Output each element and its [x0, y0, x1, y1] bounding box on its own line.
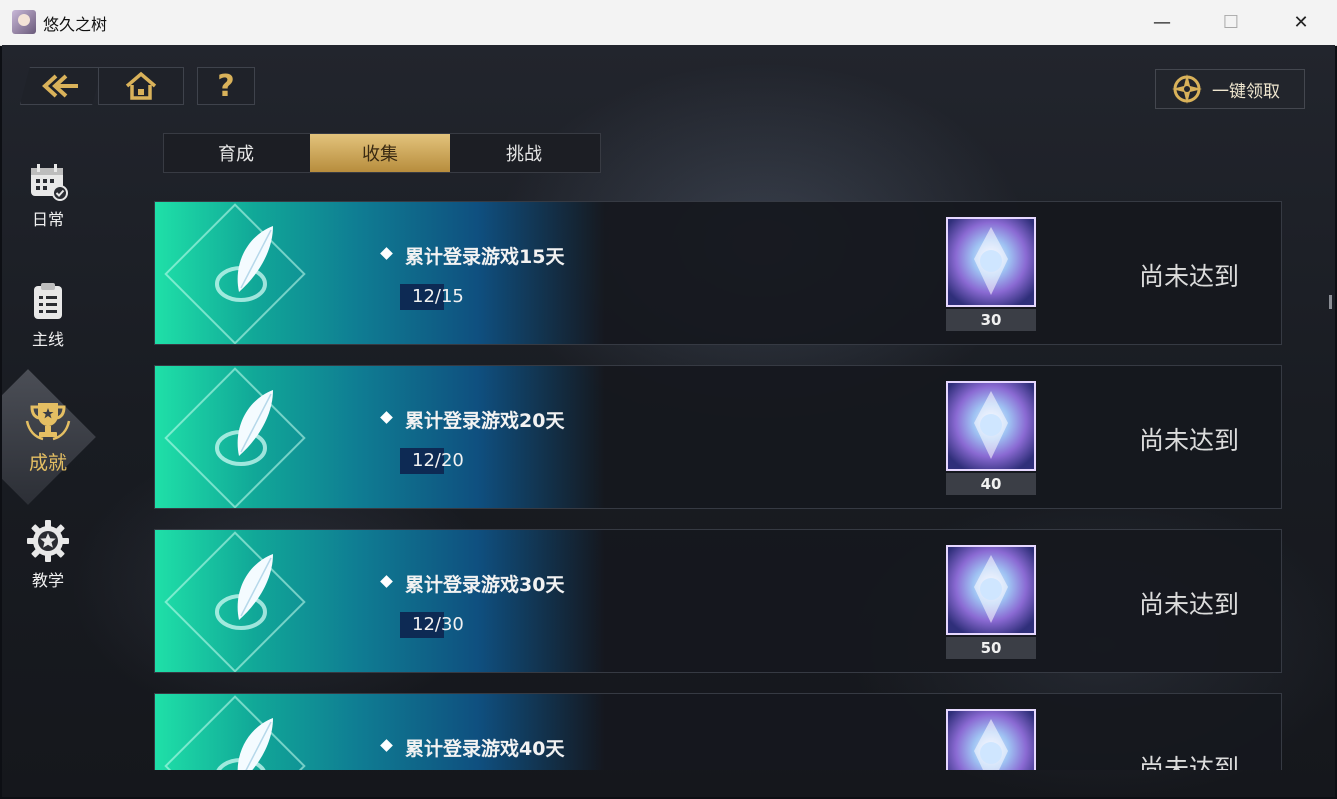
achievement-card: 累计登录游戏30天 12/30 50 尚未达到 [154, 529, 1282, 673]
maximize-button[interactable]: ☐ [1196, 0, 1266, 45]
achievement-title: 累计登录游戏15天 [405, 246, 565, 268]
sidebar-item-main[interactable]: 主线 [2, 280, 94, 350]
reward-count: 30 [946, 309, 1036, 331]
back-arrow-icon [42, 74, 78, 98]
reward-item-icon[interactable] [946, 545, 1036, 635]
sidebar-item-achievement[interactable]: 成就 [2, 399, 94, 475]
tab-collection[interactable]: 收集 [310, 134, 450, 172]
sidebar-item-label: 主线 [31, 330, 64, 349]
back-button[interactable] [20, 67, 102, 105]
category-tabs: 育成 收集 挑战 [163, 133, 601, 173]
scrollbar-thumb[interactable] [1329, 295, 1332, 309]
claim-all-button[interactable]: 一键领取 [1155, 69, 1305, 109]
claim-all-label: 一键领取 [1212, 81, 1280, 102]
trophy-icon [25, 403, 71, 441]
feather-icon [215, 226, 273, 302]
game-stage: ? 一键领取 日常 主线 成就 教学 育成 收集 挑战 累计登录游戏15天 12… [2, 45, 1335, 797]
reward-item-icon[interactable] [946, 217, 1036, 307]
help-button[interactable]: ? [197, 67, 255, 105]
close-button[interactable]: ✕ [1266, 0, 1336, 45]
tab-cultivation[interactable]: 育成 [164, 134, 308, 172]
achievement-status: 尚未达到 [1139, 754, 1240, 770]
achievement-status: 尚未达到 [1139, 262, 1240, 291]
clipboard-list-icon [34, 283, 62, 319]
sidebar-item-daily[interactable]: 日常 [2, 160, 94, 230]
achievement-status: 尚未达到 [1139, 426, 1240, 455]
achievement-progress: 12/20 [412, 450, 464, 471]
feather-icon [215, 554, 273, 630]
minimize-button[interactable]: — [1127, 0, 1197, 45]
reward-count: 50 [946, 637, 1036, 659]
achievement-progress: 12/15 [412, 286, 464, 307]
achievement-card: 累计登录游戏40天 尚未达到 [154, 693, 1282, 770]
tab-challenge[interactable]: 挑战 [452, 134, 596, 172]
reward-item-icon[interactable] [946, 381, 1036, 471]
achievement-progress: 12/30 [412, 614, 464, 635]
achievement-card: 累计登录游戏20天 12/20 40 尚未达到 [154, 365, 1282, 509]
achievement-title: 累计登录游戏30天 [405, 574, 565, 596]
achievement-title: 累计登录游戏40天 [405, 738, 565, 760]
achievement-title: 累计登录游戏20天 [405, 410, 565, 432]
feather-icon [215, 390, 273, 466]
reward-item-icon[interactable] [946, 709, 1036, 770]
sidebar-item-label: 日常 [31, 210, 64, 229]
sidebar-item-tutorial[interactable]: 教学 [2, 519, 94, 591]
window-title: 悠久之树 [43, 15, 108, 34]
compass-star-icon [1172, 74, 1202, 104]
feather-icon [216, 718, 273, 770]
achievement-card: 累计登录游戏15天 12/15 30 尚未达到 [154, 201, 1282, 345]
home-icon [125, 71, 157, 100]
title-bar: 悠久之树 — ☐ ✕ [0, 0, 1337, 46]
achievement-status: 尚未达到 [1139, 590, 1240, 619]
sidebar-item-label: 教学 [31, 571, 64, 590]
reward-count: 40 [946, 473, 1036, 495]
card-art [155, 366, 605, 508]
sidebar-item-label: 成就 [28, 452, 67, 474]
app-icon [12, 10, 36, 34]
calendar-check-icon [31, 164, 68, 201]
star-gear-icon [27, 520, 69, 562]
home-button[interactable] [98, 67, 184, 105]
card-art [155, 202, 605, 344]
card-art [155, 530, 605, 672]
